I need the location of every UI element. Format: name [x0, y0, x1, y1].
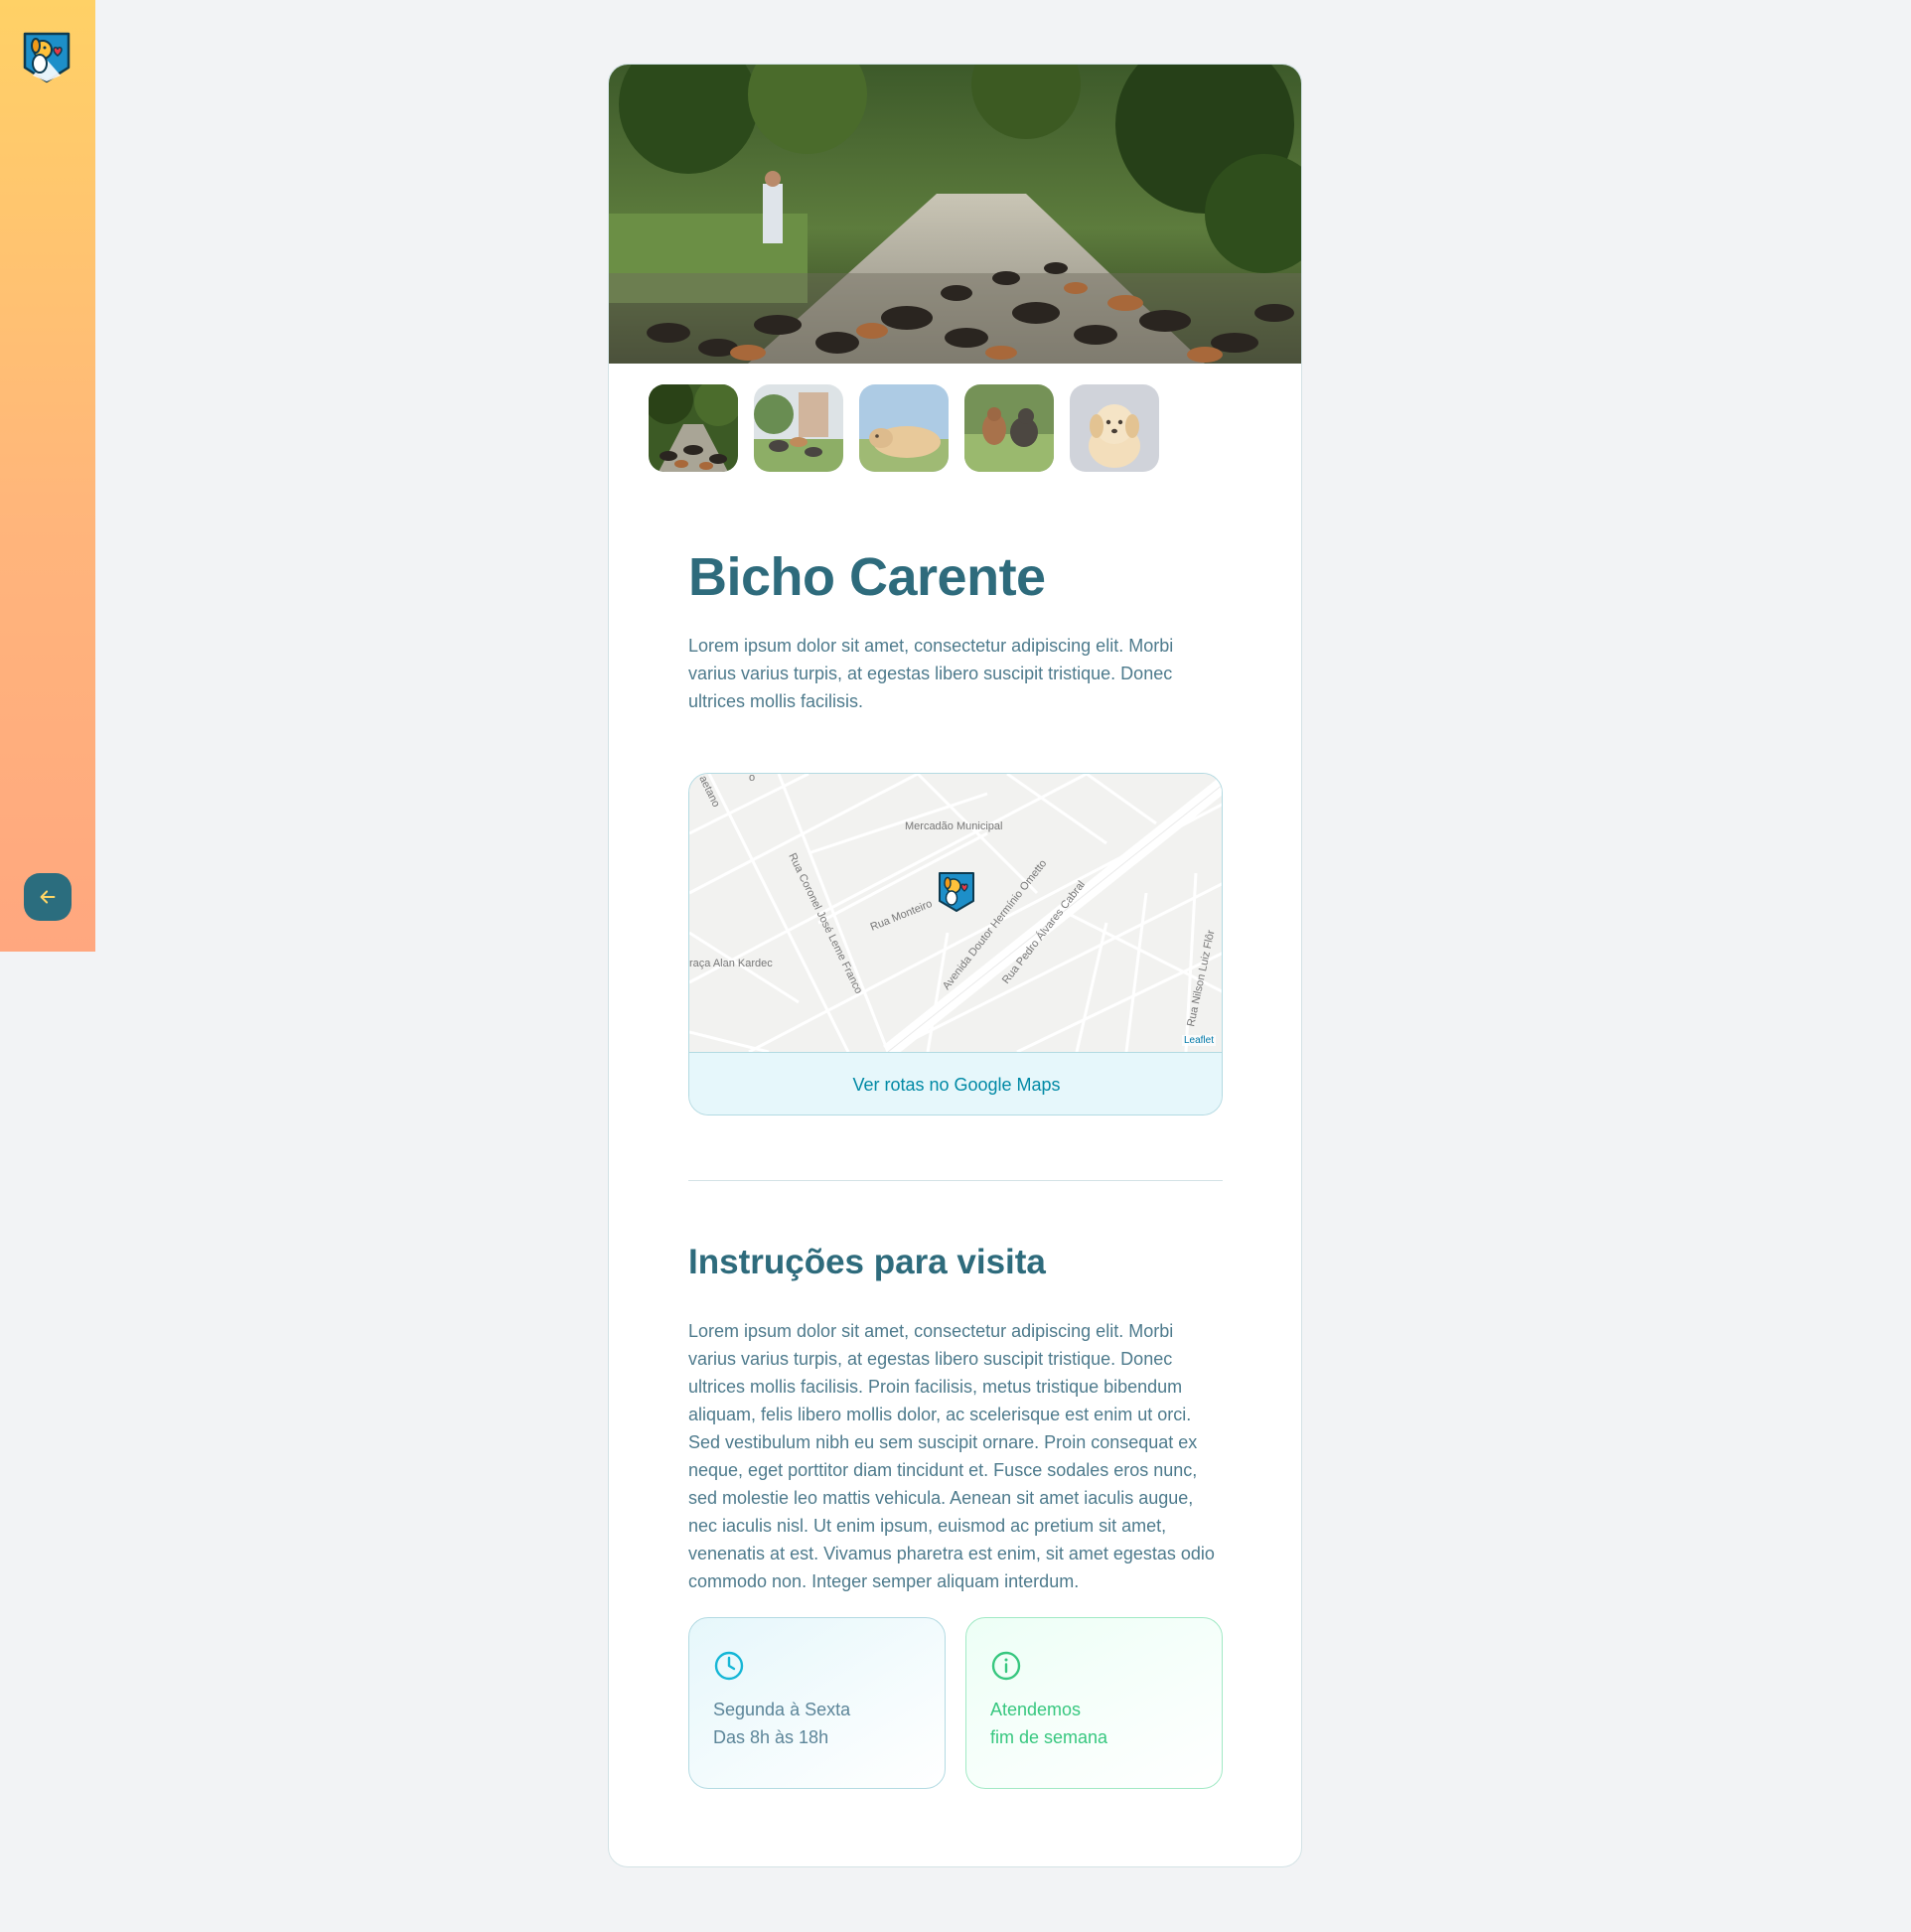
- weekend-line-1: Atendemos: [990, 1700, 1082, 1719]
- section-divider: [688, 1180, 1223, 1181]
- map-label-mercadao: Mercadão Municipal: [905, 820, 1002, 832]
- visit-title: Instruções para visita: [688, 1243, 1046, 1281]
- orphanage-about: Lorem ipsum dolor sit amet, consectetur …: [688, 636, 1174, 711]
- photo-thumbnails: [649, 384, 1159, 472]
- weekend-card: Atendemos fim de semana: [965, 1617, 1223, 1789]
- map-footer: Ver rotas no Google Maps: [689, 1052, 1222, 1115]
- hours-days: Segunda à Sexta: [713, 1700, 851, 1719]
- info-icon: [991, 1651, 1021, 1681]
- clock-icon: [714, 1651, 744, 1681]
- weekend-line-2: fim de semana: [990, 1727, 1108, 1747]
- map[interactable]: Mercadão Municipal Rua Coronel José Leme…: [689, 774, 1223, 1052]
- leaflet-attribution[interactable]: Leaflet: [1181, 1035, 1216, 1046]
- dog-heart-shield-icon[interactable]: [23, 32, 71, 83]
- main-photo: [609, 65, 1301, 364]
- thumbnail-dogs-on-grass[interactable]: [964, 384, 1054, 472]
- orphanage-details-card: Bicho Carente Lorem ipsum dolor sit amet…: [608, 64, 1302, 1867]
- orphanage-name: Bicho Carente: [688, 547, 1046, 607]
- hours-time: Das 8h às 18h: [713, 1727, 829, 1747]
- arrow-left-icon: [40, 890, 56, 904]
- thumbnail-sleeping-dog[interactable]: [859, 384, 949, 472]
- thumbnail-park-dogs[interactable]: [649, 384, 738, 472]
- map-container: Mercadão Municipal Rua Coronel José Leme…: [688, 773, 1223, 1115]
- visit-instructions: Lorem ipsum dolor sit amet, consectetur …: [688, 1321, 1215, 1591]
- map-label-o: o: [749, 774, 755, 784]
- google-maps-link[interactable]: Ver rotas no Google Maps: [852, 1075, 1060, 1096]
- map-label-kardec: raça Alan Kardec: [689, 958, 773, 969]
- sidebar: [0, 0, 95, 952]
- visit-info: Segunda à Sexta Das 8h às 18h Atendemos …: [688, 1617, 1223, 1789]
- opening-hours-card: Segunda à Sexta Das 8h às 18h: [688, 1617, 946, 1789]
- thumbnail-puppy[interactable]: [1070, 384, 1159, 472]
- back-button[interactable]: [24, 873, 72, 921]
- thumbnail-garden-dogs[interactable]: [754, 384, 843, 472]
